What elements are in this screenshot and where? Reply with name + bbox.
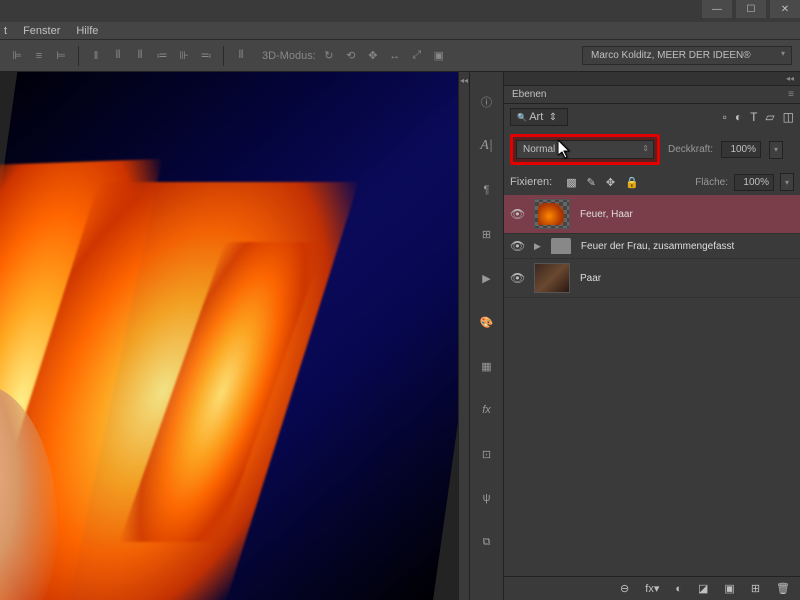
minimize-button[interactable]: —	[702, 0, 732, 18]
distribute-icon[interactable]: ⦀	[109, 47, 127, 65]
mode-label: 3D-Modus:	[262, 50, 316, 62]
close-button[interactable]: ✕	[770, 0, 800, 18]
menu-item-fenster[interactable]: Fenster	[23, 25, 60, 37]
pan-icon[interactable]: ✥	[364, 47, 382, 65]
styles-icon[interactable]: fx	[476, 400, 498, 420]
filter-adjust-icon[interactable]: ◐	[735, 110, 742, 124]
maximize-button[interactable]: ☐	[736, 0, 766, 18]
channels-icon[interactable]: ▦	[476, 356, 498, 376]
layer-name[interactable]: Feuer, Haar	[580, 209, 633, 220]
group-expand-toggle[interactable]: ▶	[534, 241, 541, 252]
main-area: ◂◂ ⓘ A| ¶ ⊞ ▶ 🎨 ▦ fx ⊡ ψ ⧉ ◂◂ Ebenen Art…	[0, 72, 800, 600]
layer-row[interactable]: 👁 Paar	[504, 259, 800, 298]
opacity-label: Deckkraft:	[668, 144, 713, 155]
layer-mask-icon[interactable]: ◐	[675, 583, 682, 595]
info-icon[interactable]: ⓘ	[476, 92, 498, 112]
distribute-icon[interactable]: ≔	[153, 47, 171, 65]
blend-opacity-row: Normal Deckkraft: 100% ▾	[504, 130, 800, 169]
panel-dock: ⓘ A| ¶ ⊞ ▶ 🎨 ▦ fx ⊡ ψ ⧉	[470, 72, 504, 600]
delete-layer-icon[interactable]: 🗑	[776, 582, 790, 595]
camera-icon[interactable]: ▣	[430, 47, 448, 65]
layer-name[interactable]: Paar	[580, 273, 601, 284]
titlebar: — ☐ ✕	[0, 0, 800, 22]
pathfinder-icon[interactable]: ⊡	[476, 444, 498, 464]
canvas[interactable]	[0, 72, 458, 600]
visibility-toggle[interactable]: 👁	[510, 271, 524, 285]
fill-input[interactable]: 100%	[734, 174, 774, 191]
menu-item-hilfe[interactable]: Hilfe	[76, 25, 98, 37]
fill-label: Fläche:	[695, 177, 728, 188]
distribute-icon[interactable]: ‖	[87, 47, 105, 65]
filter-type-dropdown[interactable]: Art ⇕	[510, 108, 568, 126]
align-icon[interactable]: ≡	[30, 47, 48, 65]
user-dropdown[interactable]: Marco Kolditz, MEER DER IDEEN®	[582, 46, 792, 65]
swatches-icon[interactable]: 🎨	[476, 312, 498, 332]
opacity-slider-toggle[interactable]: ▾	[769, 141, 783, 159]
layer-filter-row: Art ⇕ ▫ ◐ T ▱ ◫	[504, 104, 800, 130]
layers-list: 👁 Feuer, Haar 👁 ▶ Feuer der Frau, zusamm…	[504, 195, 800, 576]
lock-fill-row: Fixieren: ▩ ✎ ✥ 🔒 Fläche: 100% ▾	[504, 169, 800, 195]
layer-thumbnail[interactable]	[534, 199, 570, 229]
menu-bar: t Fenster Hilfe	[0, 22, 800, 40]
lock-label: Fixieren:	[510, 176, 552, 188]
blend-mode-dropdown[interactable]: Normal	[516, 140, 654, 159]
fill-slider-toggle[interactable]: ▾	[780, 173, 794, 191]
filter-pixel-icon[interactable]: ▫	[723, 110, 727, 124]
lock-all-icon[interactable]: 🔒	[625, 176, 639, 189]
lock-pixels-icon[interactable]: ✎	[587, 176, 596, 189]
document-image	[0, 72, 458, 600]
filter-shape-icon[interactable]: ▱	[765, 110, 774, 124]
actions-icon[interactable]: ▶	[476, 268, 498, 288]
orbit-icon[interactable]: ↻	[320, 47, 338, 65]
layers-panel: ◂◂ Ebenen Art ⇕ ▫ ◐ T ▱ ◫ Normal Deckkra…	[504, 72, 800, 600]
paragraph-icon[interactable]: ¶	[476, 180, 498, 200]
clone-icon[interactable]: ⧉	[476, 532, 498, 552]
lock-transparent-icon[interactable]: ▩	[566, 176, 576, 189]
lock-position-icon[interactable]: ✥	[606, 176, 615, 189]
brush-icon[interactable]: ψ	[476, 488, 498, 508]
visibility-toggle[interactable]: 👁	[510, 207, 524, 221]
opacity-input[interactable]: 100%	[721, 141, 761, 158]
filter-smart-icon[interactable]: ◫	[783, 110, 794, 124]
new-layer-icon[interactable]: ⊞	[751, 582, 760, 595]
folder-icon	[551, 238, 571, 254]
scale-icon[interactable]: ⤢	[408, 47, 426, 65]
layer-thumbnail[interactable]	[534, 263, 570, 293]
slide-icon[interactable]: ↔	[386, 47, 404, 65]
visibility-toggle[interactable]: 👁	[510, 239, 524, 253]
layer-style-icon[interactable]: fx▾	[645, 582, 659, 595]
layer-name[interactable]: Feuer der Frau, zusammengefasst	[581, 241, 734, 252]
options-bar: ⊫ ≡ ⊨ ‖ ⦀ ⫴ ≔ ⊪ ≕ ⦀ 3D-Modus: ↻ ⟲ ✥ ↔ ⤢ …	[0, 40, 800, 72]
adjustments-icon[interactable]: ⊞	[476, 224, 498, 244]
filter-type-icon[interactable]: T	[750, 110, 757, 124]
layer-row[interactable]: 👁 Feuer, Haar	[504, 195, 800, 234]
align-icon[interactable]: ⊨	[52, 47, 70, 65]
distribute-icon[interactable]: ⫴	[131, 47, 149, 65]
align-icon[interactable]: ⊫	[8, 47, 26, 65]
distribute-icon[interactable]: ⊪	[175, 47, 193, 65]
panel-tab-layers[interactable]: Ebenen	[504, 86, 800, 104]
distribute-icon[interactable]: ≕	[197, 47, 215, 65]
roll-icon[interactable]: ⟲	[342, 47, 360, 65]
panel-collapse-strip[interactable]: ◂◂	[458, 72, 470, 600]
character-icon[interactable]: A|	[476, 136, 498, 156]
distribute-icon[interactable]: ⦀	[232, 47, 250, 65]
new-group-icon[interactable]: ▣	[724, 582, 734, 595]
layer-row[interactable]: 👁 ▶ Feuer der Frau, zusammengefasst	[504, 234, 800, 259]
layers-footer: ⊖ fx▾ ◐ ◪ ▣ ⊞ 🗑	[504, 576, 800, 600]
blend-mode-highlight: Normal	[510, 134, 660, 165]
adjustment-layer-icon[interactable]: ◪	[698, 582, 708, 595]
link-layers-icon[interactable]: ⊖	[620, 582, 629, 595]
panel-collapse[interactable]: ◂◂	[504, 72, 800, 86]
menu-item-t[interactable]: t	[4, 25, 7, 37]
